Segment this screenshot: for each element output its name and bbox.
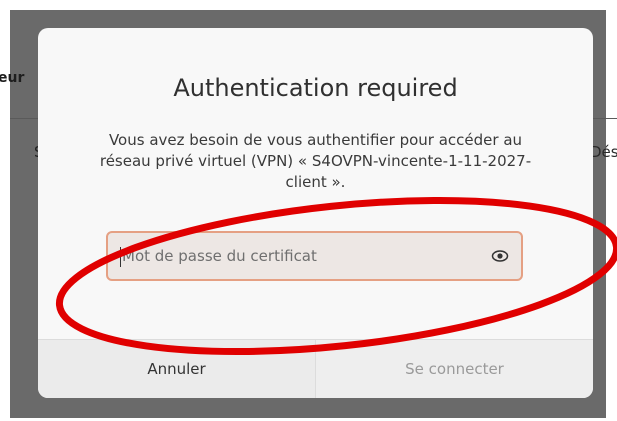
certificate-password-input[interactable] bbox=[122, 233, 462, 279]
authentication-dialog: Authentication required Vous avez besoin… bbox=[38, 28, 593, 398]
certificate-password-field[interactable] bbox=[106, 231, 523, 281]
cancel-button[interactable]: Annuler bbox=[38, 340, 316, 398]
dialog-message: Vous avez besoin de vous authentifier po… bbox=[99, 131, 532, 191]
background-tab-right: Dés bbox=[590, 143, 617, 161]
text-caret bbox=[120, 247, 121, 267]
eye-icon[interactable] bbox=[491, 247, 509, 265]
background-window-title: eur bbox=[0, 70, 25, 86]
dialog-button-bar: Annuler Se connecter bbox=[38, 339, 593, 398]
dialog-title: Authentication required bbox=[173, 74, 458, 102]
connect-button[interactable]: Se connecter bbox=[316, 340, 593, 398]
